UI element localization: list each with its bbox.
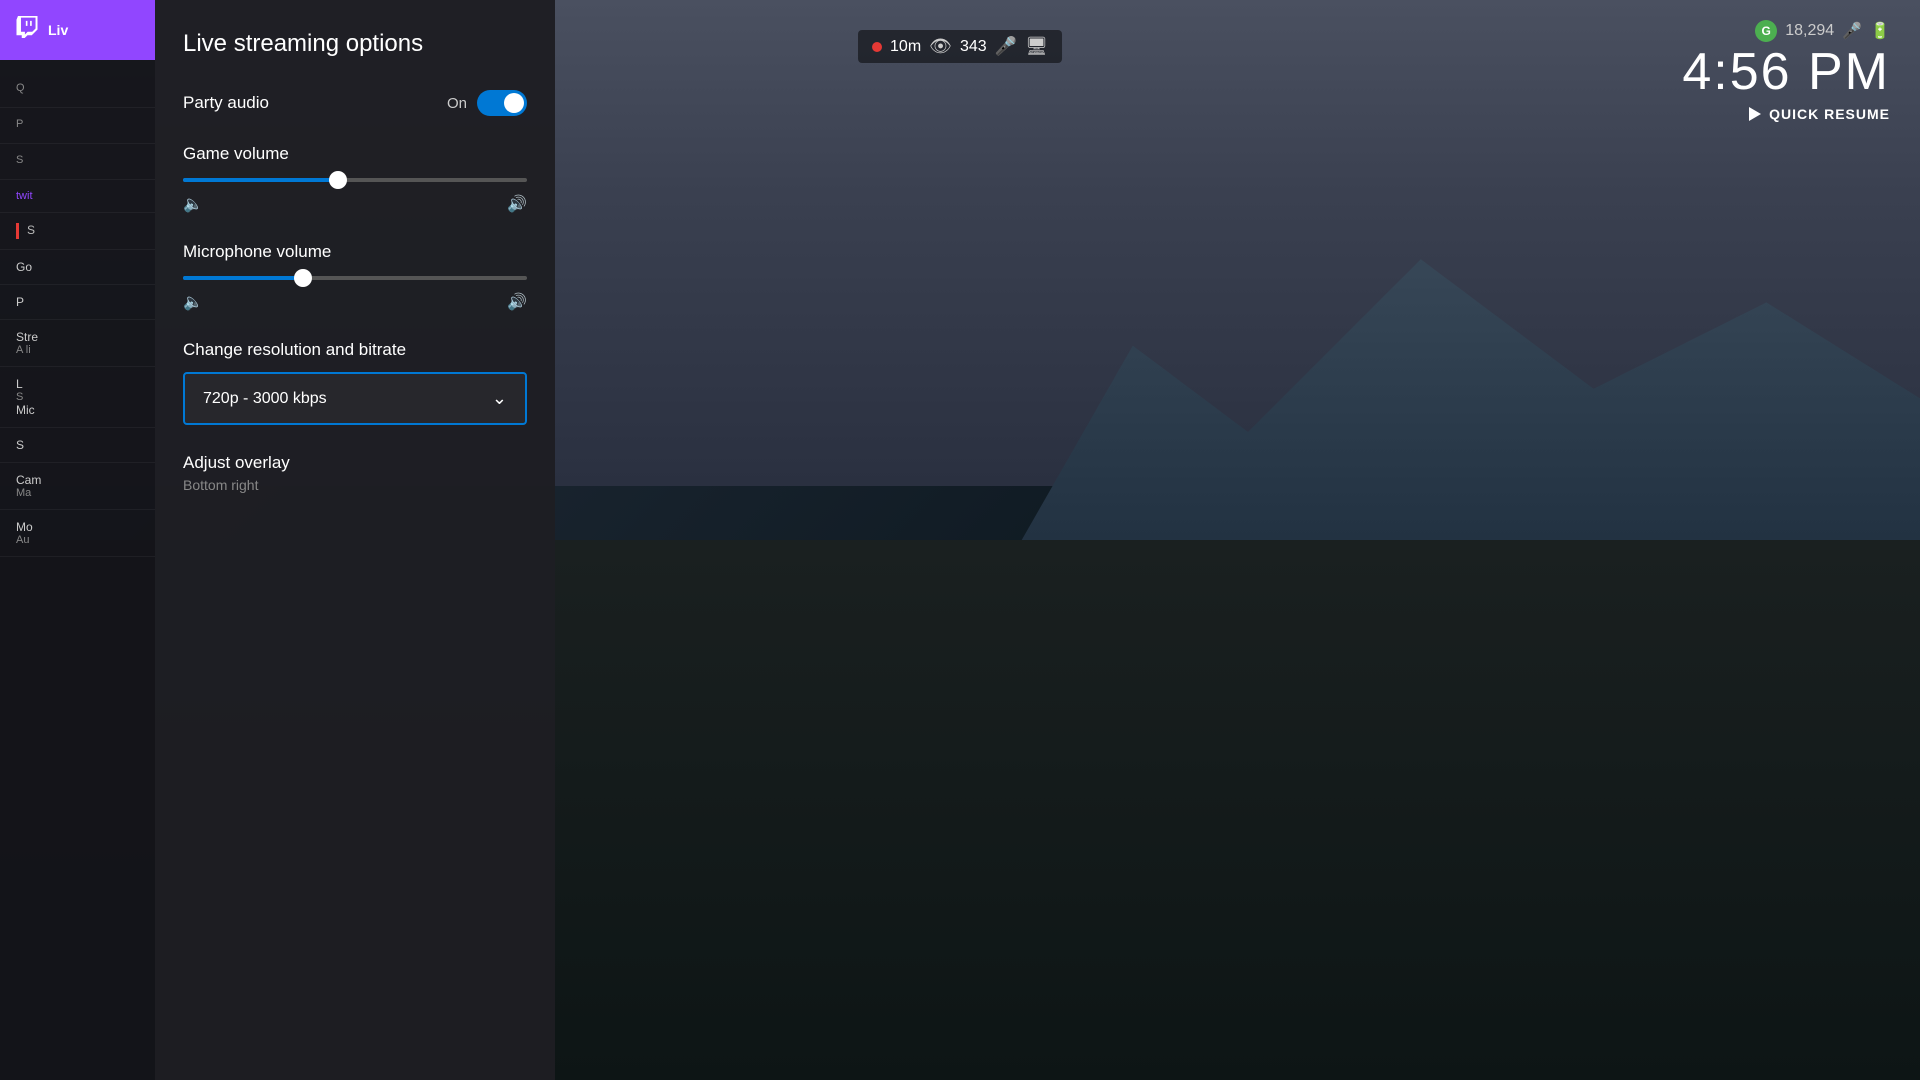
resolution-dropdown[interactable]: 720p - 3000 kbps ⌄ <box>183 372 527 425</box>
party-audio-state: On <box>447 95 467 112</box>
overlay-section: Adjust overlay Bottom right <box>183 453 527 493</box>
overlay-position: Bottom right <box>183 477 527 493</box>
live-streaming-panel: Live streaming options Party audio On Ga… <box>155 0 555 1080</box>
mic-volume-fill <box>183 276 303 280</box>
sidebar-live-label: Liv <box>48 22 68 38</box>
party-audio-toggle[interactable] <box>477 90 527 116</box>
game-volume-track[interactable] <box>183 178 527 182</box>
panel-title: Live streaming options <box>183 30 527 58</box>
sidebar-content: Q P S twit S Go P Stre A li L S Mic S <box>0 60 155 569</box>
sidebar-item-s[interactable]: S <box>0 144 155 180</box>
sidebar-item-s2[interactable]: S <box>0 213 155 250</box>
resolution-label: Change resolution and bitrate <box>183 340 527 360</box>
twitch-header: Liv <box>0 0 155 60</box>
viewer-count: 343 <box>960 38 987 56</box>
game-volume-fill <box>183 178 338 182</box>
g-badge: G <box>1755 20 1777 42</box>
sidebar-item-cam[interactable]: S <box>0 428 155 463</box>
sidebar-item-mo[interactable]: Mo Au <box>0 510 155 557</box>
quick-resume-button[interactable]: QUICK RESUME <box>1682 106 1890 122</box>
party-audio-label: Party audio <box>183 93 269 113</box>
sidebar-item-stream[interactable]: Stre A li <box>0 320 155 367</box>
chevron-down-icon: ⌄ <box>492 388 507 409</box>
mic-volume-icons: 🔈 🔊 <box>183 292 527 312</box>
party-audio-row: Party audio On <box>183 90 527 116</box>
record-dot <box>872 42 882 52</box>
game-volume-icons: 🔈 🔊 <box>183 194 527 214</box>
display-icon: 🖥 <box>1025 36 1048 57</box>
toggle-knob <box>504 93 524 113</box>
sidebar-item-go[interactable]: Go <box>0 250 155 285</box>
game-volume-section: Game volume 🔈 🔊 <box>183 144 527 214</box>
toggle-container: On <box>447 90 527 116</box>
overlay-label: Adjust overlay <box>183 453 527 473</box>
hud-top-bar: 10m 👁 343 🎤 🖥 <box>858 30 1062 63</box>
sidebar-item-twit[interactable]: twit <box>0 180 155 213</box>
sidebar-item-cam2[interactable]: Cam Ma <box>0 463 155 510</box>
mic-volume-label: Microphone volume <box>183 242 527 262</box>
twitch-logo <box>16 16 38 44</box>
hud-top-right: G 18,294 🎤 🔋 4:56 PM QUICK RESUME <box>1682 20 1890 122</box>
mic-icon-right: 🎤 <box>1842 21 1862 41</box>
recording-time: 10m <box>890 38 921 56</box>
mic-volume-section: Microphone volume 🔈 🔊 <box>183 242 527 312</box>
mic-icon: 🎤 <box>995 36 1017 57</box>
eye-icon: 👁 <box>929 36 952 57</box>
current-time: 4:56 PM <box>1682 46 1890 98</box>
sidebar: Liv Q P S twit S Go P Stre A li L S M <box>0 0 155 1080</box>
resolution-value: 720p - 3000 kbps <box>203 390 327 408</box>
resolution-section: Change resolution and bitrate 720p - 300… <box>183 340 527 425</box>
game-volume-label: Game volume <box>183 144 527 164</box>
volume-low-icon: 🔈 <box>183 194 203 214</box>
sidebar-item-p2[interactable]: P <box>0 285 155 320</box>
sidebar-item-l[interactable]: L S Mic <box>0 367 155 428</box>
recording-indicator: 10m 👁 343 🎤 🖥 <box>858 30 1062 63</box>
game-volume-thumb[interactable] <box>329 171 347 189</box>
sidebar-item-0[interactable]: Q <box>0 72 155 108</box>
volume-high-icon: 🔊 <box>507 194 527 214</box>
mic-volume-high-icon: 🔊 <box>507 292 527 312</box>
mic-volume-low-icon: 🔈 <box>183 292 203 312</box>
mic-volume-thumb[interactable] <box>294 269 312 287</box>
g-score-row: G 18,294 🎤 🔋 <box>1682 20 1890 42</box>
play-icon <box>1749 107 1761 121</box>
battery-icon: 🔋 <box>1870 21 1890 41</box>
mic-volume-track[interactable] <box>183 276 527 280</box>
quick-resume-label: QUICK RESUME <box>1769 106 1890 122</box>
sidebar-item-r[interactable]: P <box>0 108 155 144</box>
score-value: 18,294 <box>1785 22 1834 40</box>
